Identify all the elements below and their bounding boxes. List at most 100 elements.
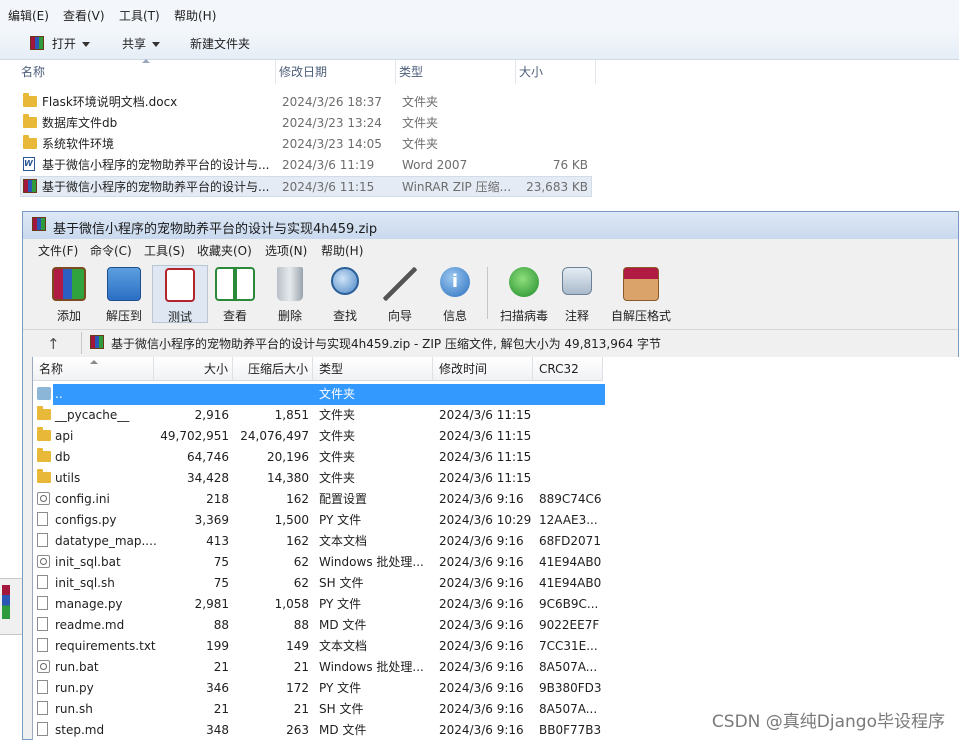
- file-size: 34,428: [187, 471, 229, 485]
- comment-button[interactable]: 注释: [549, 265, 605, 323]
- file-name: step.md: [55, 723, 105, 737]
- toolbar-separator: [487, 267, 488, 319]
- crc32: 889C74C6: [539, 492, 602, 506]
- menu-help[interactable]: 帮助(H): [321, 242, 363, 259]
- list-item[interactable]: 数据库文件db 2024/3/23 13:24 文件夹: [20, 113, 592, 134]
- modified-time: 2024/3/6 9:16: [439, 534, 524, 548]
- table-row[interactable]: manage.py 2,981 1,058 PY 文件 2024/3/6 9:16 9C6…: [33, 594, 959, 615]
- modified-time: 2024/3/6 11:15: [439, 408, 532, 422]
- modified-time: 2024/3/6 9:16: [439, 576, 524, 590]
- table-row[interactable]: run.bat 21 21 Windows 批处理... 2024/3/6 9:16 8A…: [33, 657, 959, 678]
- table-row[interactable]: .. 文件夹: [33, 384, 959, 405]
- menu-file[interactable]: 文件(F): [38, 242, 78, 259]
- file-name: readme.md: [55, 618, 125, 632]
- menu-commands[interactable]: 命令(C): [90, 242, 132, 259]
- path-field[interactable]: 基于微信小程序的宠物助养平台的设计与实现4h459.zip - ZIP 压缩文件…: [81, 332, 958, 354]
- archive-path: 基于微信小程序的宠物助养平台的设计与实现4h459.zip - ZIP 压缩文件…: [111, 337, 661, 351]
- info-button[interactable]: i 信息: [427, 265, 483, 323]
- packed-size: 172: [286, 681, 309, 695]
- file-name: configs.py: [55, 513, 117, 527]
- column-header-type[interactable]: 类型: [396, 60, 516, 84]
- file-name: config.ini: [55, 492, 110, 506]
- table-row[interactable]: init_sql.bat 75 62 Windows 批处理... 2024/3/6 9…: [33, 552, 959, 573]
- menu-help[interactable]: 帮助(H): [174, 7, 216, 24]
- window-title: 基于微信小程序的宠物助养平台的设计与实现4h459.zip: [53, 222, 378, 237]
- column-header-modified[interactable]: 修改日期: [276, 60, 396, 84]
- modified-time: 2024/3/6 9:16: [439, 618, 524, 632]
- table-row[interactable]: utils 34,428 14,380 文件夹 2024/3/6 11:15: [33, 468, 959, 489]
- list-item[interactable]: 系统软件环境 2024/3/23 14:05 文件夹: [20, 134, 592, 155]
- settings-file-icon: [37, 555, 50, 568]
- column-header-modified[interactable]: 修改时间: [433, 357, 533, 381]
- table-row[interactable]: configs.py 3,369 1,500 PY 文件 2024/3/6 10:29 1…: [33, 510, 959, 531]
- list-item[interactable]: Flask环境说明文档.docx 2024/3/26 18:37 文件夹: [20, 92, 592, 113]
- file-type: 文本文档: [319, 639, 368, 653]
- table-row[interactable]: readme.md 88 88 MD 文件 2024/3/6 9:16 9022EE7F: [33, 615, 959, 636]
- menu-edit[interactable]: 编辑(E): [8, 7, 49, 24]
- address-bar: ↑ 基于微信小程序的宠物助养平台的设计与实现4h459.zip - ZIP 压缩…: [23, 329, 958, 358]
- list-item[interactable]: 基于微信小程序的宠物助养平台的设计与... 2024/3/6 11:19 Wor…: [20, 155, 592, 176]
- find-button[interactable]: 查找: [317, 265, 373, 323]
- column-header-type[interactable]: 类型: [313, 357, 433, 381]
- table-row[interactable]: config.ini 218 162 配置设置 2024/3/6 9:16 889C74C…: [33, 489, 959, 510]
- file-type: 文件夹: [319, 471, 356, 485]
- virus-scan-button[interactable]: 扫描病毒: [492, 265, 556, 323]
- file-name: utils: [55, 471, 81, 485]
- modified-time: 2024/3/6 9:16: [439, 639, 524, 653]
- file-type: 文本文档: [319, 534, 368, 548]
- file-type: 文件夹: [319, 429, 356, 443]
- crc32: 41E94AB0: [539, 576, 602, 590]
- menu-tools[interactable]: 工具(T): [119, 7, 160, 24]
- packed-size: 149: [286, 639, 309, 653]
- table-row[interactable]: db 64,746 20,196 文件夹 2024/3/6 11:15: [33, 447, 959, 468]
- menu-options[interactable]: 选项(N): [265, 242, 307, 259]
- packed-size: 20,196: [267, 450, 309, 464]
- add-button[interactable]: 添加: [41, 265, 97, 323]
- file-type: MD 文件: [319, 723, 367, 737]
- winrar-toolbar: 添加 解压到 测试 查看 删除 查找 向导 i 信息 扫描病毒 注释 自解压格式: [23, 261, 958, 329]
- table-row[interactable]: requirements.txt 199 149 文本文档 2024/3/6 9:16 7…: [33, 636, 959, 657]
- file-type: 文件夹: [319, 408, 356, 422]
- menu-tools[interactable]: 工具(S): [144, 242, 185, 259]
- crc32: 9B380FD3: [539, 681, 602, 695]
- file-name: run.py: [55, 681, 94, 695]
- file-type: PY 文件: [319, 681, 362, 695]
- column-header-size[interactable]: 大小: [516, 60, 596, 84]
- sfx-button[interactable]: 自解压格式: [606, 265, 676, 323]
- column-header-name[interactable]: 名称: [18, 60, 276, 84]
- list-item-selected[interactable]: 基于微信小程序的宠物助养平台的设计与... 2024/3/6 11:15 Win…: [20, 176, 592, 197]
- up-arrow-icon[interactable]: ↑: [47, 335, 60, 353]
- file-size: 348: [206, 723, 229, 737]
- file-size: 88: [213, 618, 229, 632]
- menu-favorites[interactable]: 收藏夹(O): [197, 242, 252, 259]
- share-button[interactable]: 共享: [122, 34, 161, 54]
- packed-size: 1,851: [274, 408, 309, 422]
- winrar-icon: [32, 217, 46, 231]
- menu-view[interactable]: 查看(V): [63, 7, 105, 24]
- table-row[interactable]: init_sql.sh 75 62 SH 文件 2024/3/6 9:16 41E94AB…: [33, 573, 959, 594]
- table-row[interactable]: api 49,702,951 24,076,497 文件夹 2024/3/6 11:15: [33, 426, 959, 447]
- column-header-size[interactable]: 大小: [154, 357, 233, 381]
- delete-button[interactable]: 删除: [262, 265, 318, 323]
- folder-icon: [23, 135, 37, 149]
- extract-to-button[interactable]: 解压到: [96, 265, 152, 323]
- crc32: 9022EE7F: [539, 618, 600, 632]
- column-header-crc32[interactable]: CRC32: [533, 357, 603, 381]
- new-folder-button[interactable]: 新建文件夹: [190, 34, 250, 54]
- table-row[interactable]: run.py 346 172 PY 文件 2024/3/6 9:16 9B380FD3: [33, 678, 959, 699]
- background-window-fragment: [0, 578, 22, 635]
- table-row[interactable]: __pycache__ 2,916 1,851 文件夹 2024/3/6 11:15: [33, 405, 959, 426]
- file-type: PY 文件: [319, 513, 362, 527]
- sort-arrow-icon: [142, 59, 150, 63]
- column-header-packed[interactable]: 压缩后大小: [233, 357, 313, 381]
- modified-time: 2024/3/6 11:15: [439, 450, 532, 464]
- file-type: 配置设置: [319, 492, 368, 506]
- view-button[interactable]: 查看: [207, 265, 263, 323]
- test-button[interactable]: 测试: [152, 265, 208, 324]
- sfx-icon: [623, 267, 659, 301]
- wizard-button[interactable]: 向导: [372, 265, 428, 323]
- table-row[interactable]: datatype_map.... 413 162 文本文档 2024/3/6 9:16 6…: [33, 531, 959, 552]
- file-name: requirements.txt: [55, 639, 156, 653]
- open-button[interactable]: 打开: [30, 34, 90, 54]
- window-titlebar[interactable]: 基于微信小程序的宠物助养平台的设计与实现4h459.zip: [23, 212, 958, 239]
